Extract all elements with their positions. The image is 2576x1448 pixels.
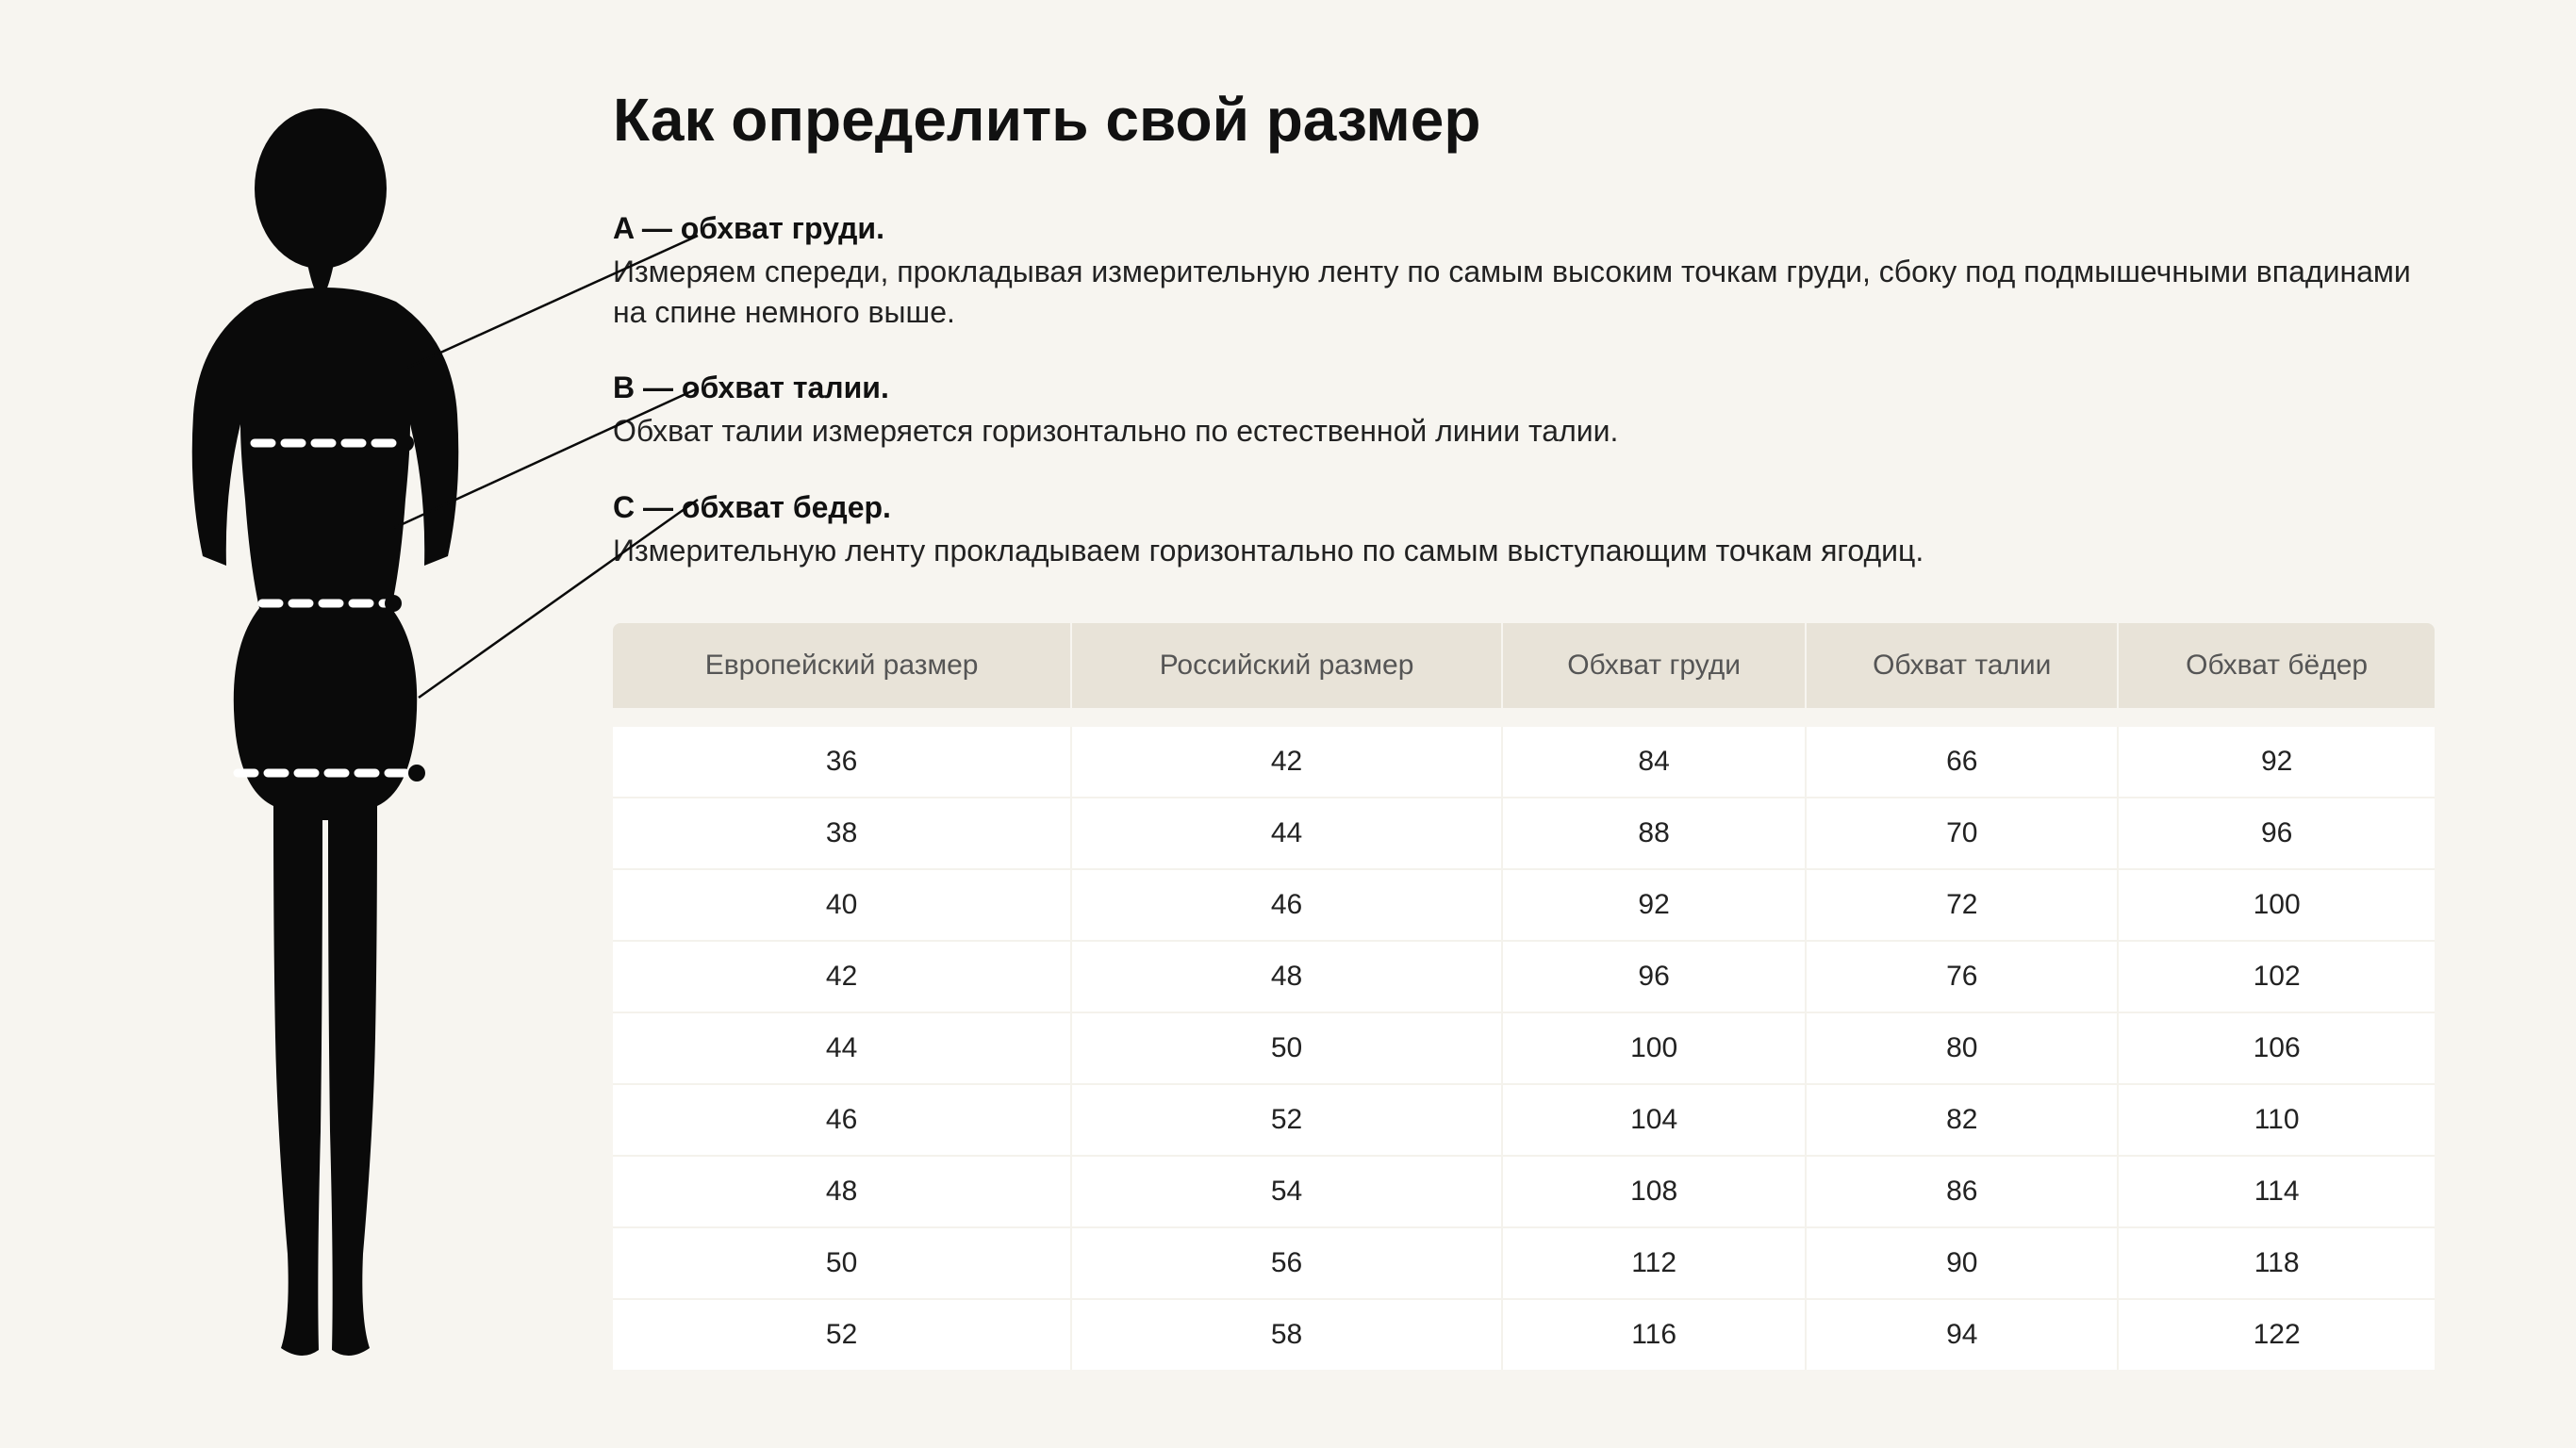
table-row: 465210482110 xyxy=(613,1085,2435,1157)
table-row: 505611290118 xyxy=(613,1228,2435,1300)
silhouette-figure xyxy=(113,94,528,1395)
measure-a: A — обхват груди. Измеряем спереди, прок… xyxy=(613,211,2435,333)
table-cell: 42 xyxy=(613,942,1070,1013)
table-cell: 100 xyxy=(2117,870,2435,942)
table-cell: 92 xyxy=(2117,727,2435,798)
table-cell: 84 xyxy=(1501,727,1805,798)
table-cell: 52 xyxy=(1070,1085,1501,1157)
table-header-row: Европейский размерРоссийский размерОбхва… xyxy=(613,623,2435,708)
measure-a-label: A — обхват груди. xyxy=(613,211,2435,246)
table-cell: 92 xyxy=(1501,870,1805,942)
table-cell: 104 xyxy=(1501,1085,1805,1157)
table-cell: 110 xyxy=(2117,1085,2435,1157)
table-cell: 94 xyxy=(1805,1300,2117,1370)
measure-b: B — обхват талии. Обхват талии измеряетс… xyxy=(613,370,2435,452)
table-cell: 112 xyxy=(1501,1228,1805,1300)
table-header-cell: Обхват талии xyxy=(1805,623,2117,708)
table-cell: 56 xyxy=(1070,1228,1501,1300)
table-body: 3642846692384488709640469272100424896761… xyxy=(613,708,2435,1370)
table-header-cell: Европейский размер xyxy=(613,623,1070,708)
silhouette-column xyxy=(113,75,566,1373)
table-cell: 114 xyxy=(2117,1157,2435,1228)
table-cell: 106 xyxy=(2117,1013,2435,1085)
table-cell: 58 xyxy=(1070,1300,1501,1370)
table-row: 445010080106 xyxy=(613,1013,2435,1085)
table-cell: 88 xyxy=(1501,798,1805,870)
table-row: 525811694122 xyxy=(613,1300,2435,1370)
table-cell: 100 xyxy=(1501,1013,1805,1085)
table-cell: 40 xyxy=(613,870,1070,942)
measure-c-desc: Измерительную ленту прокладываем горизон… xyxy=(613,531,2435,571)
table-cell: 122 xyxy=(2117,1300,2435,1370)
measure-b-label: B — обхват талии. xyxy=(613,370,2435,405)
table-row: 485410886114 xyxy=(613,1157,2435,1228)
content-column: Как определить свой размер A — обхват гр… xyxy=(613,75,2435,1373)
table-cell: 36 xyxy=(613,727,1070,798)
table-cell: 50 xyxy=(1070,1013,1501,1085)
table-header-cell: Обхват груди xyxy=(1501,623,1805,708)
table-cell: 42 xyxy=(1070,727,1501,798)
table-cell: 90 xyxy=(1805,1228,2117,1300)
table-cell: 72 xyxy=(1805,870,2117,942)
size-table-wrap: Европейский размерРоссийский размерОбхва… xyxy=(613,623,2435,1370)
table-cell: 66 xyxy=(1805,727,2117,798)
table-cell: 116 xyxy=(1501,1300,1805,1370)
table-cell: 80 xyxy=(1805,1013,2117,1085)
table-header-cell: Российский размер xyxy=(1070,623,1501,708)
measure-c: C — обхват бедер. Измерительную ленту пр… xyxy=(613,490,2435,571)
table-header-cell: Обхват бёдер xyxy=(2117,623,2435,708)
table-cell: 44 xyxy=(1070,798,1501,870)
table-cell: 44 xyxy=(613,1013,1070,1085)
table-cell: 70 xyxy=(1805,798,2117,870)
page-title: Как определить свой размер xyxy=(613,85,2435,155)
table-cell: 46 xyxy=(1070,870,1501,942)
table-row: 3844887096 xyxy=(613,798,2435,870)
measure-a-desc: Измеряем спереди, прокладывая измеритель… xyxy=(613,252,2435,333)
measure-c-label: C — обхват бедер. xyxy=(613,490,2435,525)
table-cell: 76 xyxy=(1805,942,2117,1013)
table-row: 42489676102 xyxy=(613,942,2435,1013)
table-row: 3642846692 xyxy=(613,727,2435,798)
table-cell: 102 xyxy=(2117,942,2435,1013)
table-cell: 52 xyxy=(613,1300,1070,1370)
table-cell: 96 xyxy=(1501,942,1805,1013)
measure-b-desc: Обхват талии измеряется горизонтально по… xyxy=(613,411,2435,452)
table-cell: 96 xyxy=(2117,798,2435,870)
table-row: 40469272100 xyxy=(613,870,2435,942)
table-cell: 38 xyxy=(613,798,1070,870)
table-cell: 118 xyxy=(2117,1228,2435,1300)
table-cell: 46 xyxy=(613,1085,1070,1157)
table-cell: 86 xyxy=(1805,1157,2117,1228)
size-table: Европейский размерРоссийский размерОбхва… xyxy=(613,623,2435,1370)
table-cell: 54 xyxy=(1070,1157,1501,1228)
table-cell: 108 xyxy=(1501,1157,1805,1228)
table-cell: 48 xyxy=(1070,942,1501,1013)
table-cell: 82 xyxy=(1805,1085,2117,1157)
table-cell: 50 xyxy=(613,1228,1070,1300)
table-cell: 48 xyxy=(613,1157,1070,1228)
size-guide-page: Как определить свой размер A — обхват гр… xyxy=(0,0,2576,1448)
